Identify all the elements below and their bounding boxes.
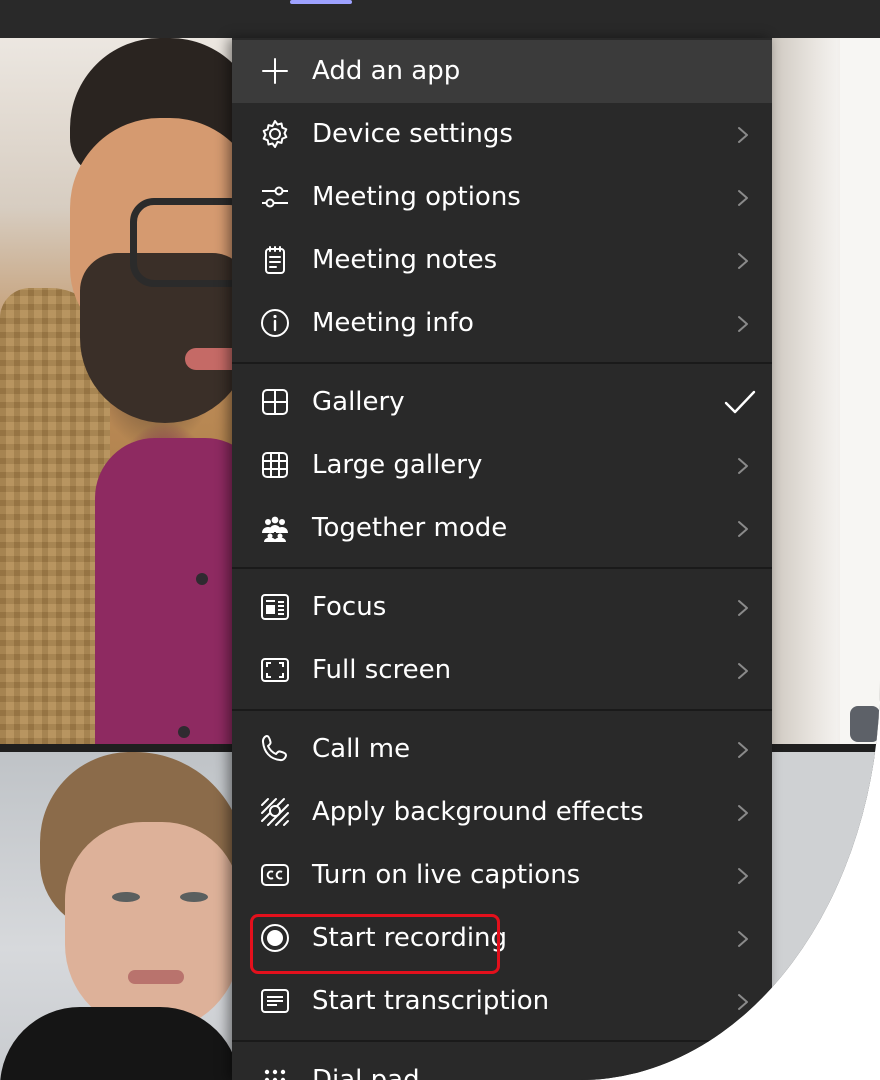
menu-item-meeting-notes[interactable]: Meeting notes — [232, 229, 772, 292]
active-tab-indicator — [290, 0, 352, 4]
more-actions-menu: Add an app Device settings Meeting options… — [232, 38, 772, 1080]
add-icon — [258, 54, 292, 88]
menu-item-label: Focus — [312, 592, 387, 622]
transcript-icon — [258, 984, 292, 1018]
menu-divider — [232, 1040, 772, 1042]
gear-icon — [258, 117, 292, 151]
chevron-right-icon — [736, 661, 750, 681]
menu-item-label: Start transcription — [312, 986, 550, 1016]
chevron-right-icon — [736, 519, 750, 539]
menu-item-label: Large gallery — [312, 450, 483, 480]
menu-item-label: Call me — [312, 734, 411, 764]
people-icon — [258, 511, 292, 545]
participant-eye — [112, 892, 140, 902]
chevron-right-icon — [736, 866, 750, 886]
menu-item-full-screen[interactable]: Full screen — [232, 639, 772, 702]
menu-divider — [232, 709, 772, 711]
menu-item-together-mode[interactable]: Together mode — [232, 497, 772, 560]
menu-item-meeting-info[interactable]: Meeting info — [232, 292, 772, 355]
meeting-toolbar — [0, 0, 880, 38]
menu-item-label: Meeting notes — [312, 245, 498, 275]
menu-item-turn-on-live-captions[interactable]: Turn on live captions — [232, 844, 772, 907]
background-window — [840, 38, 880, 744]
menu-divider — [232, 362, 772, 364]
chevron-right-icon — [736, 456, 750, 476]
menu-item-label: Device settings — [312, 119, 513, 149]
menu-divider — [232, 567, 772, 569]
chevron-right-icon — [736, 314, 750, 334]
menu-item-device-settings[interactable]: Device settings — [232, 103, 772, 166]
participant-video-tile-4[interactable] — [772, 752, 880, 1080]
background-effects-icon — [258, 795, 292, 829]
chevron-right-icon — [736, 803, 750, 823]
menu-item-label: Meeting info — [312, 308, 474, 338]
menu-item-large-gallery[interactable]: Large gallery — [232, 434, 772, 497]
start-recording-highlight — [250, 914, 500, 974]
participant-face — [65, 822, 240, 1032]
menu-item-label: Meeting options — [312, 182, 521, 212]
focus-icon — [258, 590, 292, 624]
menu-item-gallery[interactable]: Gallery — [232, 371, 772, 434]
menu-item-label: Together mode — [312, 513, 508, 543]
sliders-icon — [258, 180, 292, 214]
participant-eye — [180, 892, 208, 902]
participant-shirt — [95, 438, 240, 744]
menu-item-label: Turn on live captions — [312, 860, 581, 890]
captions-icon — [258, 858, 292, 892]
chevron-right-icon — [736, 929, 750, 949]
menu-item-label: Gallery — [312, 387, 405, 417]
menu-item-call-me[interactable]: Call me — [232, 718, 772, 781]
shirt-button — [178, 726, 190, 738]
menu-item-label: Add an app — [312, 56, 461, 86]
menu-item-label: Apply background effects — [312, 797, 644, 827]
notes-icon — [258, 243, 292, 277]
participant-video-tile-2[interactable] — [0, 752, 240, 1080]
phone-icon — [258, 732, 292, 766]
chevron-right-icon — [736, 598, 750, 618]
chevron-right-icon — [736, 740, 750, 760]
menu-item-add-an-app[interactable]: Add an app — [232, 40, 772, 103]
participant-video-tile-3[interactable] — [772, 38, 880, 744]
checkmark-icon — [722, 387, 758, 417]
menu-item-apply-background-effects[interactable]: Apply background effects — [232, 781, 772, 844]
background-object — [850, 706, 880, 742]
shirt-button — [196, 573, 208, 585]
chevron-right-icon — [736, 992, 750, 1012]
info-icon — [258, 306, 292, 340]
menu-item-dial-pad[interactable]: Dial pad — [232, 1049, 772, 1080]
participant-glasses — [130, 198, 240, 287]
fullscreen-icon — [258, 653, 292, 687]
menu-item-focus[interactable]: Focus — [232, 576, 772, 639]
chevron-right-icon — [736, 188, 750, 208]
menu-item-label: Full screen — [312, 655, 452, 685]
chevron-right-icon — [736, 251, 750, 271]
menu-item-start-transcription[interactable]: Start transcription — [232, 970, 772, 1033]
chevron-right-icon — [736, 125, 750, 145]
gallery-icon — [258, 385, 292, 419]
dialpad-icon — [258, 1063, 292, 1080]
participant-mouth — [128, 970, 184, 984]
menu-item-label: Dial pad — [312, 1065, 420, 1080]
teams-meeting-window: Add an app Device settings Meeting options… — [0, 0, 880, 1080]
menu-item-meeting-options[interactable]: Meeting options — [232, 166, 772, 229]
participant-clothing — [0, 1007, 240, 1080]
participant-video-tile-1[interactable] — [0, 38, 240, 744]
large-gallery-icon — [258, 448, 292, 482]
